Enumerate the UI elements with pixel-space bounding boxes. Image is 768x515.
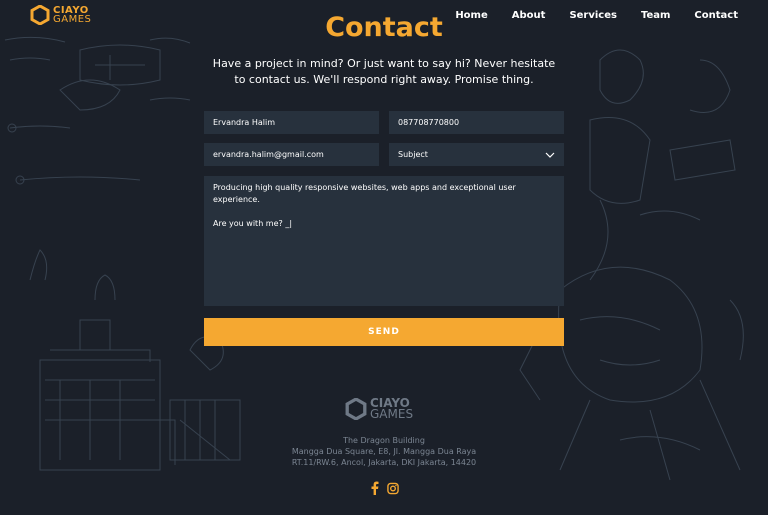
address-line2: Mangga Dua Square, E8, Jl. Mangga Dua Ra… [291,447,477,456]
address-line1: The Dragon Building [343,436,425,445]
phone-field[interactable]: 087708770800 [389,111,564,134]
subject-select[interactable]: Subject [389,143,564,166]
page-title: Contact [325,12,443,43]
send-button[interactable]: SEND [204,318,564,346]
facebook-icon[interactable] [369,481,381,495]
chevron-down-icon [545,152,555,158]
footer-address: The Dragon Building Mangga Dua Square, E… [0,435,768,468]
message-textarea[interactable]: Producing high quality responsive websit… [204,176,564,306]
address-line3: RT.11/RW.6, Ancol, Jakarta, DKI Jakarta,… [291,458,477,467]
footer-logo: CIAYO GAMES [345,397,414,421]
instagram-icon[interactable] [387,481,399,495]
hexagon-logo-icon [345,398,367,420]
email-field[interactable]: ervandra.halim@gmail.com [204,143,379,166]
intro-text: Have a project in mind? Or just want to … [0,56,768,88]
footer-logo-line2: GAMES [370,407,414,421]
social-links [369,481,399,495]
intro-line2: to contact us. We'll respond right away.… [234,73,534,86]
footer-wordmark: CIAYO GAMES [370,397,414,421]
intro-line1: Have a project in mind? Or just want to … [212,57,556,70]
subject-value: Subject [398,150,428,159]
name-field[interactable]: Ervandra Halim [204,111,379,134]
